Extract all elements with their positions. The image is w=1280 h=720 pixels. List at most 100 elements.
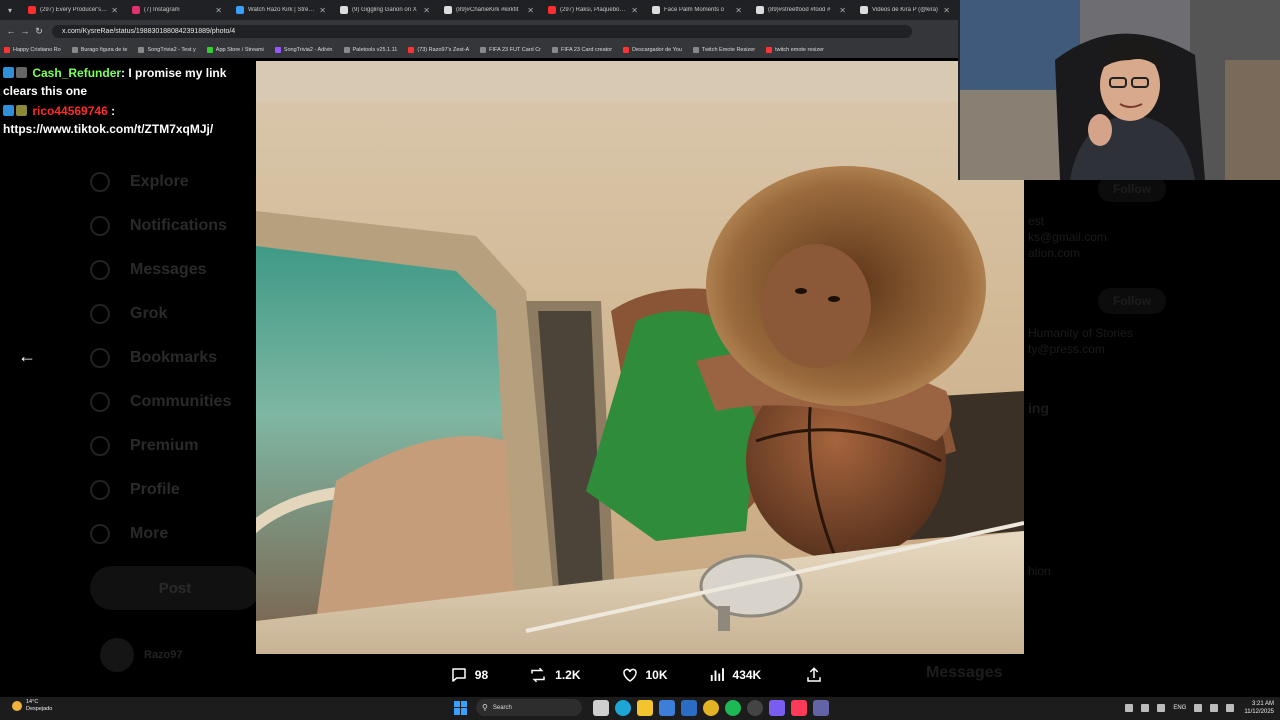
start-icon[interactable] <box>454 700 468 715</box>
badge-icon <box>16 105 27 116</box>
nav-communities[interactable]: Communities <box>90 380 260 424</box>
share-button[interactable] <box>805 666 830 684</box>
follow-button[interactable]: Follow <box>1098 288 1166 314</box>
taskbar-search[interactable]: ⚲ Search <box>476 699 582 716</box>
analytics-icon <box>710 668 724 681</box>
right-panel-dimmed: Follow est ks@gmail.com ation.com Follow… <box>1024 176 1280 650</box>
repost-count: 1.2K <box>555 668 581 682</box>
bookmark-item[interactable]: FIFA 23 FUT Card Cr <box>480 47 541 53</box>
browser-tab[interactable]: Watch Razo Kirk | Stream ✕ <box>228 0 332 20</box>
chevron-up-icon[interactable] <box>1125 704 1134 712</box>
tweet-action-bar: 98 1.2K 10K 434K <box>256 655 1024 695</box>
tab-search-chevron-icon[interactable]: ▾ <box>0 6 20 15</box>
spotify-icon[interactable] <box>725 699 741 716</box>
nav-notifications[interactable]: Notifications <box>90 204 260 248</box>
post-button[interactable]: Post <box>90 566 260 610</box>
views-button[interactable]: 434K <box>708 666 761 684</box>
bookmark-icon <box>408 47 415 53</box>
repost-button[interactable]: 1.2K <box>528 666 581 684</box>
bookmark-item[interactable]: Burago figura de te <box>71 47 127 53</box>
browser-tab[interactable]: (7) Instagram ✕ <box>124 0 228 20</box>
search-icon: ⚲ <box>482 703 488 712</box>
stream-chat-overlay: Cash_Refunder: I promise my link clears … <box>3 64 253 140</box>
chat-message: rico44569746 : https://www.tiktok.com/t/Z… <box>3 102 253 138</box>
browser-tab[interactable]: (89)#CharlieKirk #kirkfit ✕ <box>436 0 540 20</box>
bookmark-item[interactable]: SongTrivia2 - Test y <box>138 47 196 53</box>
weather-widget[interactable]: 14°C Despejado <box>12 699 52 713</box>
bookmark-item[interactable]: App Store / Streami <box>206 47 264 53</box>
weather-desc: Despejado <box>26 706 53 712</box>
browser-tab[interactable]: (89)#streetfood #food # ✕ <box>748 0 852 20</box>
volume-icon[interactable] <box>1210 704 1219 712</box>
comment-icon <box>452 668 466 682</box>
nav-grok[interactable]: Grok <box>90 292 260 336</box>
bookmark-icon <box>90 348 110 368</box>
close-icon[interactable]: ✕ <box>735 6 742 15</box>
weather-icon <box>12 701 22 711</box>
edge-icon[interactable] <box>615 699 631 716</box>
nav-more[interactable]: More <box>90 512 260 556</box>
nav-explore[interactable]: Explore <box>90 160 260 204</box>
x-logo-icon <box>90 436 110 456</box>
close-icon[interactable]: ✕ <box>943 6 950 15</box>
wifi-icon[interactable] <box>1194 704 1203 712</box>
close-icon[interactable]: ✕ <box>631 6 638 15</box>
back-icon[interactable]: ← <box>4 26 18 36</box>
screen: ▾ (297) Every Producer's To ✕ (7) Instagr… <box>0 0 1280 720</box>
network-icon[interactable] <box>1141 704 1150 712</box>
bookmark-item[interactable]: Descargador de You <box>623 47 682 53</box>
bookmark-item[interactable]: SongTrivia2 - Adivin <box>274 47 333 53</box>
url-field[interactable]: x.com/KysreRae/status/198830188084239188… <box>52 24 912 38</box>
nav-premium[interactable]: Premium <box>90 424 260 468</box>
bookmark-item[interactable]: FIFA 23 Card creator <box>552 47 612 53</box>
chat-username: rico44569746 <box>32 104 108 118</box>
like-button[interactable]: 10K <box>621 666 668 684</box>
bookmarks-bar: Happy Cristiano Ro Burago figura de te S… <box>0 42 960 58</box>
reply-button[interactable]: 98 <box>450 666 488 684</box>
nav-profile[interactable]: Profile <box>90 468 260 512</box>
bookmark-item[interactable]: (73) Razo97's Zest-A <box>408 47 469 53</box>
bookmark-item[interactable]: Twitch Emote Resizer <box>692 47 755 53</box>
browser-tab[interactable]: Face Palm Moments o ✕ <box>644 0 748 20</box>
close-icon[interactable]: ✕ <box>527 6 534 15</box>
account-switcher[interactable]: Razo97 <box>100 638 183 672</box>
task-view-icon[interactable] <box>593 699 609 716</box>
reload-icon[interactable]: ↻ <box>32 26 46 37</box>
avatar <box>100 638 134 672</box>
chrome-icon[interactable] <box>703 699 719 716</box>
language-indicator[interactable]: ENG <box>1173 705 1186 711</box>
nav-bookmarks[interactable]: Bookmarks <box>90 336 260 380</box>
back-arrow-icon[interactable]: ← <box>16 345 38 367</box>
music-icon[interactable] <box>791 699 807 716</box>
nav-messages[interactable]: Messages <box>90 248 260 292</box>
tweet-photo[interactable] <box>256 61 1024 654</box>
bookmark-icon <box>206 47 213 53</box>
bookmark-icon <box>623 47 630 53</box>
bookmark-item[interactable]: Happy Cristiano Ro <box>4 47 61 53</box>
microphone-icon[interactable] <box>1157 704 1166 712</box>
mail-icon[interactable] <box>681 699 697 716</box>
bookmark-item[interactable]: twitch emote resizer <box>766 47 824 53</box>
forward-icon[interactable]: → <box>18 26 32 36</box>
store-icon[interactable] <box>659 699 675 716</box>
person-icon <box>90 480 110 500</box>
teams-icon[interactable] <box>813 699 829 716</box>
close-icon[interactable]: ✕ <box>839 6 846 15</box>
close-icon[interactable]: ✕ <box>423 6 430 15</box>
battery-icon[interactable] <box>1226 704 1235 712</box>
browser-tab[interactable]: Videos de Kira P (@kira) ✕ <box>852 0 956 20</box>
envelope-icon <box>90 260 110 280</box>
clock[interactable]: 3:21 AM 11/12/2025 <box>1244 700 1274 716</box>
close-icon[interactable]: ✕ <box>215 6 222 15</box>
browser-tab[interactable]: (9) Giggling Ganon on X ✕ <box>332 0 436 20</box>
close-icon[interactable]: ✕ <box>319 6 326 15</box>
obs-icon[interactable] <box>747 699 763 716</box>
bookmark-item[interactable]: Paletools v25.1.11 <box>343 47 397 53</box>
close-icon[interactable]: ✕ <box>111 6 118 15</box>
browser-tab[interactable]: (297) Raksi, Plaqueboyen ✕ <box>540 0 644 20</box>
discord-icon[interactable] <box>769 699 785 716</box>
file-explorer-icon[interactable] <box>637 699 653 716</box>
weather-temp: 14°C <box>26 699 39 705</box>
messages-drawer-label[interactable]: Messages <box>926 664 1003 682</box>
browser-tab[interactable]: (297) Every Producer's To ✕ <box>20 0 124 20</box>
